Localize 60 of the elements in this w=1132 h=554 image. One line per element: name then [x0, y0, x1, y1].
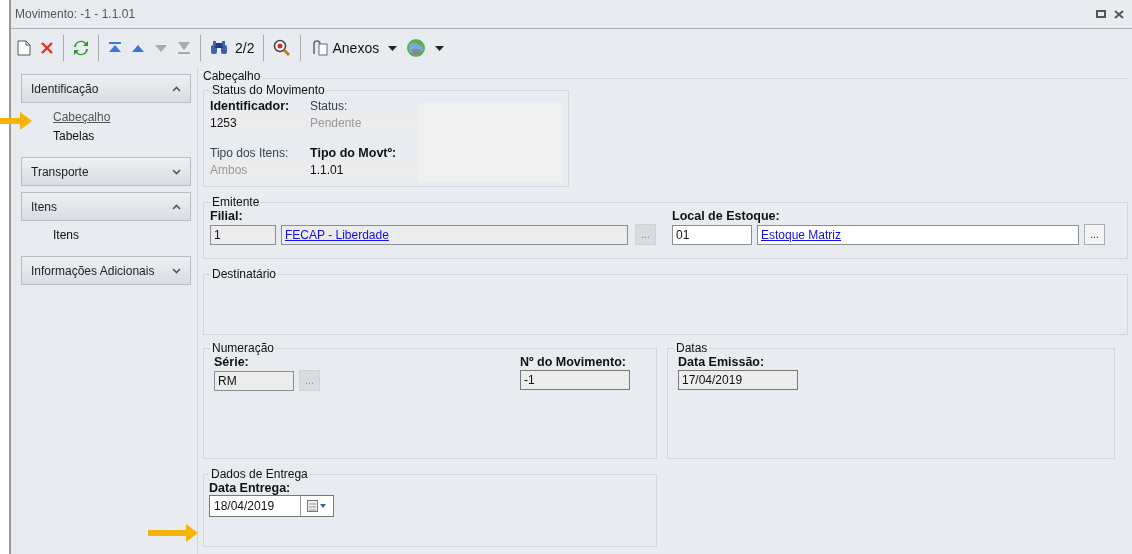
field-label: Status: — [310, 99, 349, 113]
calendar-icon[interactable] — [307, 500, 327, 512]
first-record-icon[interactable] — [108, 42, 122, 54]
field-label: Data Entrega: — [209, 481, 291, 495]
magnifier-icon[interactable] — [273, 39, 292, 57]
field-value: Pendente — [310, 115, 420, 131]
field-label: Filial: — [210, 209, 244, 223]
paperclip-icon[interactable] — [310, 40, 329, 56]
group-title: Status do Movimento — [211, 83, 326, 97]
attachments-button[interactable]: Anexos — [310, 40, 380, 56]
field-value: Ambos — [210, 162, 306, 178]
sidebar-group-header[interactable]: Informações Adicionais — [21, 256, 191, 285]
group-title: Datas — [675, 341, 709, 355]
code-field[interactable]: 01 — [672, 224, 752, 245]
field-label: Série: — [214, 355, 250, 369]
binoculars-icon[interactable] — [210, 41, 228, 55]
chevron-icon[interactable] — [172, 203, 181, 210]
new-document-icon[interactable] — [17, 40, 31, 56]
number-field: -1 — [520, 370, 630, 390]
lookup-button[interactable]: ... — [1084, 224, 1105, 245]
globe-icon[interactable] — [406, 38, 427, 58]
group-title: Destinatário — [211, 267, 278, 281]
group-title: Emitente — [211, 195, 261, 209]
delete-icon[interactable] — [40, 41, 54, 55]
refresh-icon[interactable] — [73, 39, 89, 57]
lookup-link[interactable]: Estoque Matriz — [761, 227, 842, 242]
field-label: Identificador: — [210, 99, 291, 113]
previous-record-icon[interactable] — [131, 43, 145, 53]
chevron-icon[interactable] — [172, 168, 181, 175]
annotation-arrow — [148, 524, 198, 542]
sidebar-group-header[interactable]: Itens — [21, 192, 191, 221]
date-picker[interactable]: 18/04/2019 — [209, 495, 334, 517]
field-label: Tipo do Movtº: — [310, 146, 398, 160]
sidebar-item[interactable]: Itens — [53, 228, 79, 242]
dropdown-caret-icon[interactable] — [435, 45, 445, 51]
annotation-arrow — [0, 112, 32, 130]
field-label: Nº do Movimento: — [520, 355, 627, 369]
sidebar-item[interactable]: Tabelas — [53, 129, 95, 143]
dropdown-caret-icon[interactable] — [388, 45, 398, 51]
field-value: 1253 — [210, 115, 306, 131]
date-field: 17/04/2019 — [678, 370, 798, 390]
code-field: 1 — [210, 224, 276, 245]
record-position: 2/2 — [235, 40, 255, 56]
window-title: Movimento: -1 - 1.1.01 — [15, 7, 136, 21]
chevron-icon[interactable] — [172, 267, 181, 274]
field-label: Tipo dos Itens: — [210, 146, 290, 160]
sidebar-item[interactable]: Cabeçalho — [53, 110, 111, 124]
maximize-icon[interactable] — [1096, 10, 1106, 18]
sidebar-group-header[interactable]: Identificação — [21, 74, 191, 103]
series-field: RM — [214, 370, 294, 391]
lookup-field[interactable]: Estoque Matriz — [757, 224, 1079, 245]
group-title: Dados de Entrega — [210, 467, 309, 481]
section-title: Cabeçalho — [203, 69, 261, 83]
field-label: Local de Estoque: — [672, 209, 781, 223]
close-icon[interactable] — [1114, 9, 1124, 19]
field-value: 1.1.01 — [310, 162, 420, 178]
group-title: Numeração — [211, 341, 276, 355]
sidebar-group-header[interactable]: Transporte — [21, 157, 191, 186]
field-label: Data Emissão: — [678, 355, 766, 369]
chevron-icon[interactable] — [172, 85, 181, 92]
